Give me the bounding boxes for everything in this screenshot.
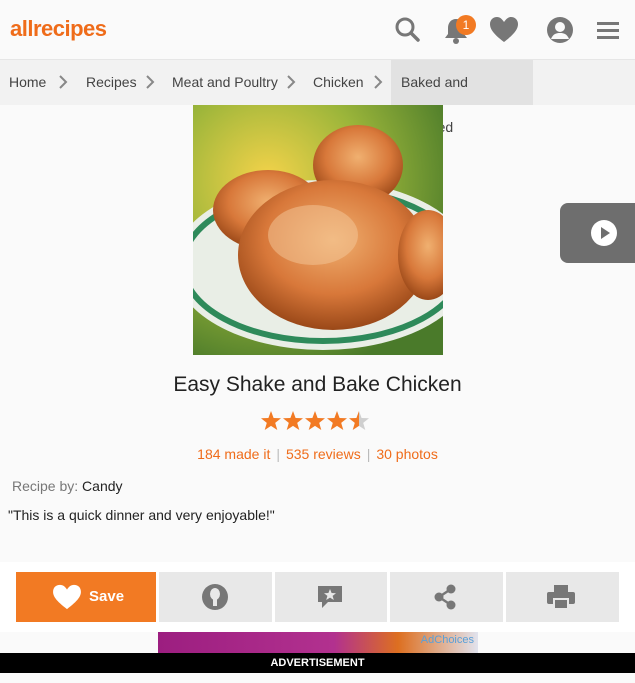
chevron-right-icon	[374, 75, 383, 89]
breadcrumb-baked-and-roasted[interactable]: Baked and Roasted	[391, 60, 533, 135]
advertisement-label: ADVERTISEMENT	[0, 653, 635, 673]
site-header: allrecipes 1	[0, 0, 635, 60]
rating-stars[interactable]	[260, 410, 372, 434]
breadcrumb-home[interactable]: Home	[9, 60, 46, 105]
share-button[interactable]	[390, 572, 503, 622]
breadcrumb-meat-and-poultry[interactable]: Meat and Poultry	[172, 60, 278, 105]
recipe-description: "This is a quick dinner and very enjoyab…	[8, 507, 275, 523]
recipe-stats: 184 made it | 535 reviews | 30 photos	[197, 446, 438, 462]
heart-icon[interactable]	[488, 14, 520, 46]
half-star-icon	[349, 411, 369, 430]
star-icon	[305, 411, 325, 430]
print-button[interactable]	[506, 572, 619, 622]
review-star-icon	[318, 586, 342, 608]
photos-link[interactable]: 30 photos	[376, 446, 438, 462]
made-it-link[interactable]: 184 made it	[197, 446, 270, 462]
advertisement-banner[interactable]: AdChoices	[158, 632, 478, 654]
menu-icon[interactable]	[592, 14, 624, 46]
printer-icon	[547, 585, 575, 610]
chevron-right-icon	[287, 75, 296, 89]
share-icon	[434, 584, 456, 610]
user-icon[interactable]	[544, 14, 576, 46]
save-button[interactable]: Save	[16, 572, 156, 622]
byline-label: Recipe by:	[12, 478, 79, 494]
breadcrumb: Home Recipes Meat and Poultry Chicken Ba…	[0, 60, 635, 135]
breadcrumb-recipes[interactable]: Recipes	[86, 60, 137, 105]
breadcrumb-chicken[interactable]: Chicken	[313, 60, 364, 105]
recipe-byline: Recipe by: Candy	[12, 478, 123, 494]
recipe-photo[interactable]	[193, 105, 443, 355]
author-link[interactable]: Candy	[82, 478, 122, 494]
chevron-right-icon	[146, 75, 155, 89]
action-bar: Save	[0, 562, 635, 632]
review-button[interactable]	[275, 572, 387, 622]
made-it-button[interactable]	[159, 572, 272, 622]
allrecipes-logo[interactable]: allrecipes	[10, 16, 107, 42]
page-bottom	[0, 673, 635, 683]
adchoices-link[interactable]: AdChoices	[421, 634, 474, 646]
notification-badge: 1	[456, 15, 476, 35]
play-icon	[591, 220, 617, 246]
star-icon	[283, 411, 303, 430]
recipe-title: Easy Shake and Bake Chicken	[173, 373, 462, 396]
chevron-right-icon	[59, 75, 68, 89]
chef-hat-icon	[202, 584, 228, 610]
reviews-link[interactable]: 535 reviews	[286, 446, 361, 462]
star-icon	[261, 411, 281, 430]
search-icon[interactable]	[392, 14, 424, 46]
save-label: Save	[89, 588, 125, 605]
star-icon	[327, 411, 347, 430]
video-button[interactable]	[560, 203, 635, 263]
heart-icon	[53, 584, 81, 610]
